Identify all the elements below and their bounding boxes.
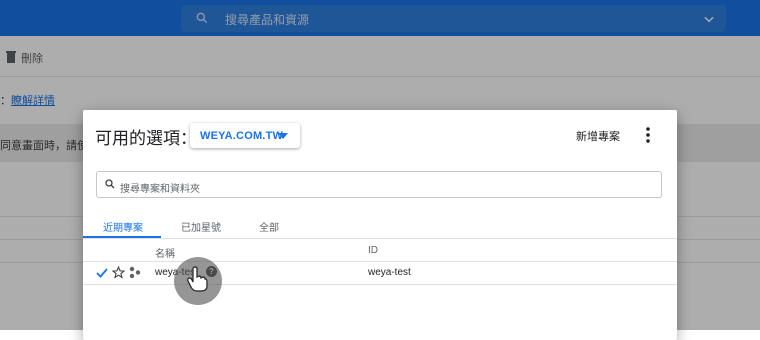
project-row[interactable]: weya-test ? weya-test — [83, 262, 677, 285]
search-icon — [105, 179, 115, 189]
dialog-title: 可用的選項： — [95, 129, 197, 148]
project-search-input[interactable]: 搜尋專案和資料夾 — [96, 171, 662, 198]
star-outline-icon[interactable] — [112, 266, 125, 279]
organization-value: WEYA.COM.TW — [200, 130, 284, 142]
new-project-button[interactable]: 新增專案 — [576, 128, 620, 144]
column-header-name: 名稱 — [155, 249, 175, 260]
organization-select[interactable]: WEYA.COM.TW — [190, 123, 300, 148]
column-header-id: ID — [368, 245, 378, 256]
hand-pointer-icon — [187, 266, 208, 292]
divider — [83, 238, 677, 239]
tab-starred[interactable]: 已加星號 — [181, 219, 221, 234]
tab-recent-projects[interactable]: 近期專案 — [103, 219, 143, 234]
more-vert-icon[interactable] — [643, 126, 653, 144]
project-id: weya-test — [368, 267, 411, 278]
tab-all[interactable]: 全部 — [259, 219, 279, 234]
project-type-icon — [129, 266, 141, 279]
check-icon — [96, 268, 108, 278]
project-picker-dialog: 可用的選項： WEYA.COM.TW 新增專案 搜尋專案和資料夾 近期專案 已加… — [83, 110, 677, 340]
dropdown-caret-icon — [278, 133, 288, 139]
project-search-placeholder: 搜尋專案和資料夾 — [120, 184, 200, 195]
